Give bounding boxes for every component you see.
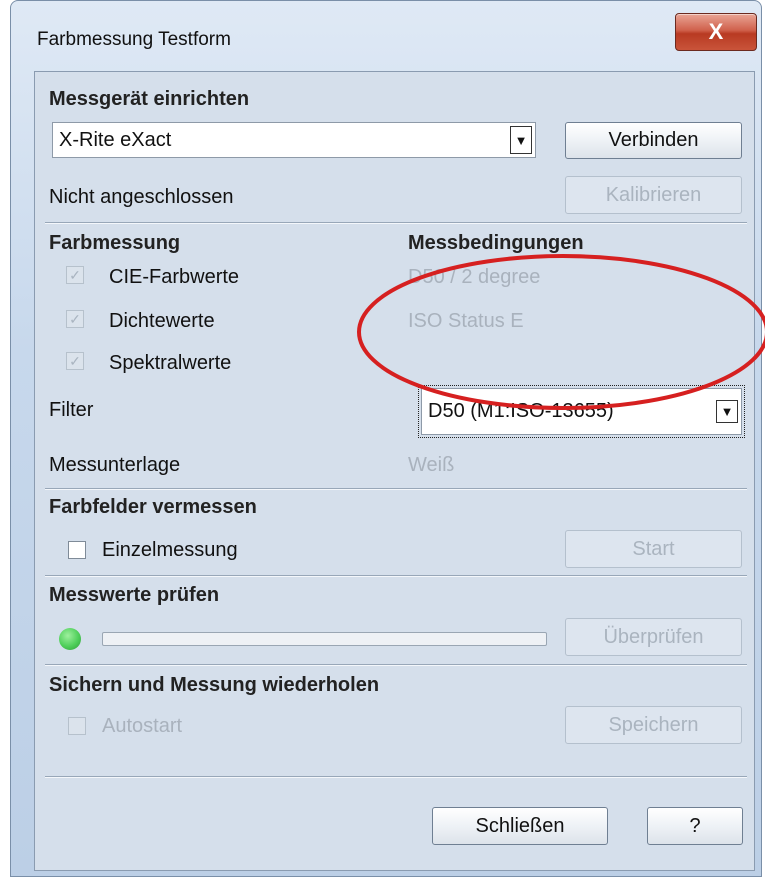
chevron-down-icon[interactable]: ▼ — [716, 400, 738, 423]
verify-button[interactable]: Überprüfen — [565, 618, 742, 656]
density-label: Dichtewerte — [109, 310, 215, 332]
close-window-button[interactable]: X — [675, 13, 757, 51]
cie-checkbox[interactable]: ✓ — [66, 266, 84, 284]
separator — [45, 575, 747, 577]
density-checkbox[interactable]: ✓ — [66, 310, 84, 328]
backing-value: Weiß — [408, 454, 455, 476]
connection-status: Nicht angeschlossen — [49, 186, 234, 208]
save-heading: Sichern und Messung wiederholen — [49, 674, 380, 696]
check-values-heading: Messwerte prüfen — [49, 584, 220, 606]
cie-condition: D50 / 2 degree — [408, 266, 541, 288]
device-select-value: X-Rite eXact — [59, 128, 172, 151]
device-setup-heading: Messgerät einrichten — [49, 88, 250, 110]
window-title: Farbmessung Testform — [37, 29, 231, 50]
conditions-heading: Messbedingungen — [408, 232, 584, 254]
status-led — [59, 628, 81, 650]
close-button[interactable]: Schließen — [432, 807, 608, 845]
connect-button[interactable]: Verbinden — [565, 122, 742, 159]
spectral-label: Spektralwerte — [109, 352, 232, 374]
help-button[interactable]: ? — [647, 807, 743, 845]
calibrate-button[interactable]: Kalibrieren — [565, 176, 742, 214]
single-measurement-checkbox[interactable] — [68, 541, 86, 559]
spectral-checkbox[interactable]: ✓ — [66, 352, 84, 370]
start-button[interactable]: Start — [565, 530, 742, 568]
cie-label: CIE-Farbwerte — [109, 266, 240, 288]
progress-bar — [102, 632, 547, 646]
color-measurement-heading: Farbmessung — [49, 232, 181, 254]
save-button[interactable]: Speichern — [565, 706, 742, 744]
separator — [45, 488, 747, 490]
single-measurement-label: Einzelmessung — [102, 539, 238, 561]
filter-select[interactable]: D50 (M1:ISO-13655) ▼ — [421, 388, 742, 435]
filter-select-value: D50 (M1:ISO-13655) — [428, 400, 614, 422]
backing-label: Messunterlage — [49, 454, 181, 476]
check-icon: ✓ — [69, 266, 81, 283]
separator — [45, 664, 747, 666]
dialog-window: Farbmessung Testform X Messgerät einrich… — [10, 0, 762, 877]
check-icon: ✓ — [69, 310, 81, 327]
dialog-content: Messgerät einrichten X-Rite eXact ▼ Verb… — [34, 71, 755, 871]
autostart-label: Autostart — [102, 715, 183, 737]
chevron-down-icon[interactable]: ▼ — [510, 126, 532, 154]
autostart-checkbox[interactable] — [68, 717, 86, 735]
density-condition: ISO Status E — [408, 310, 524, 332]
separator — [45, 222, 747, 224]
fields-heading: Farbfelder vermessen — [49, 496, 257, 518]
filter-label: Filter — [49, 399, 94, 421]
check-icon: ✓ — [69, 352, 81, 369]
separator — [45, 776, 747, 778]
close-icon: X — [708, 19, 724, 44]
device-select[interactable]: X-Rite eXact ▼ — [52, 122, 536, 158]
